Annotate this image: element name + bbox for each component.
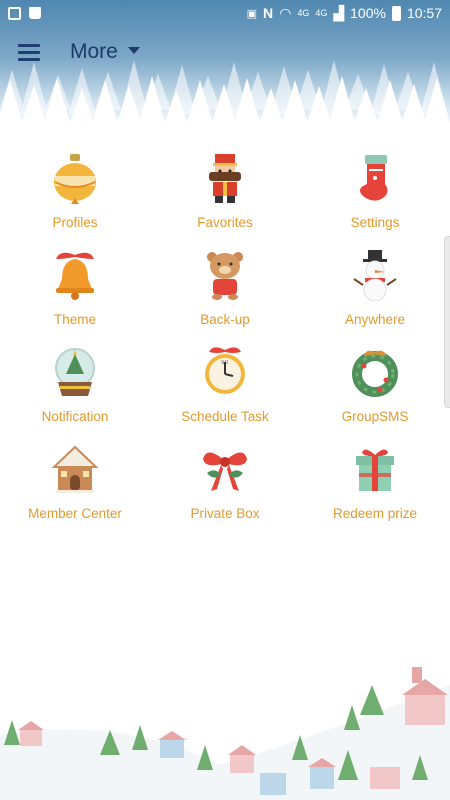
- grid-item-profiles[interactable]: Profiles: [0, 150, 150, 247]
- grid-item-label: Redeem prize: [332, 506, 418, 521]
- gingerbread-house-icon: [47, 441, 103, 497]
- hamburger-menu-icon[interactable]: [18, 44, 40, 62]
- grid-item-private-box[interactable]: Private Box: [150, 441, 300, 538]
- grid-item-backup[interactable]: Back-up: [150, 247, 300, 344]
- wreath-icon: [347, 344, 403, 400]
- battery-percent: 100%: [350, 5, 386, 21]
- bow-icon: [197, 441, 253, 497]
- grid-item-groupsms[interactable]: GroupSMS: [300, 344, 450, 441]
- sim-icon: ▣: [246, 7, 257, 20]
- grid-item-label: Member Center: [28, 506, 122, 521]
- battery-icon: [391, 5, 401, 21]
- grid-item-label: Notification: [41, 409, 109, 424]
- grid-item-label: Anywhere: [344, 312, 406, 327]
- signal-icon: ▟: [333, 4, 345, 21]
- nutcracker-icon: [197, 150, 253, 206]
- network-type-1: 4G: [297, 7, 310, 18]
- page-title: More: [70, 40, 118, 63]
- grid-item-label: Favorites: [197, 215, 253, 230]
- snowman-icon: [347, 247, 403, 303]
- stocking-icon: [347, 150, 403, 206]
- ornament-icon: [47, 150, 103, 206]
- title-dropdown[interactable]: More: [70, 40, 140, 64]
- grid-item-label: Profiles: [52, 215, 98, 230]
- app-header: ▣ N ◠ 4G 4G ▟ 100% 10:57 More: [0, 0, 450, 130]
- bell-icon: [47, 247, 103, 303]
- gift-box-icon: [347, 441, 403, 497]
- winter-village-illustration: [0, 667, 450, 800]
- network-type-2: 4G: [315, 7, 328, 18]
- grid-item-label: Schedule Task: [181, 409, 269, 424]
- grid-item-notification[interactable]: Notification: [0, 344, 150, 441]
- grid-item-member-center[interactable]: Member Center: [0, 441, 150, 538]
- dropdown-caret-icon: [127, 46, 140, 54]
- bear-icon: [197, 247, 253, 303]
- grid-item-settings[interactable]: Settings: [300, 150, 450, 247]
- snowglobe-icon: [47, 344, 103, 400]
- grid-item-theme[interactable]: Theme: [0, 247, 150, 344]
- grid-item-favorites[interactable]: Favorites: [150, 150, 300, 247]
- status-bar: ▣ N ◠ 4G 4G ▟ 100% 10:57: [0, 0, 450, 26]
- grid-item-label: GroupSMS: [341, 409, 409, 424]
- grid-item-label: Private Box: [190, 506, 260, 521]
- grid-item-label: Back-up: [200, 312, 250, 327]
- wifi-icon: ◠: [279, 4, 292, 21]
- grid-item-anywhere[interactable]: Anywhere: [300, 247, 450, 344]
- nfc-icon: N: [262, 5, 274, 21]
- edge-panel-handle[interactable]: [444, 236, 450, 408]
- shopping-bag-notification-icon: [29, 7, 41, 19]
- grid-item-label: Theme: [53, 312, 97, 327]
- grid-item-redeem-prize[interactable]: Redeem prize: [300, 441, 450, 538]
- gallery-notification-icon: [8, 6, 21, 20]
- grid-item-schedule-task[interactable]: XII Schedule Task: [150, 344, 300, 441]
- svg-text:XII: XII: [221, 361, 228, 366]
- toolbar: More: [0, 36, 450, 72]
- clock-icon: XII: [197, 344, 253, 400]
- feature-grid: Profiles Favorites Settings Theme Back-u…: [0, 150, 450, 538]
- grid-item-label: Settings: [350, 215, 400, 230]
- clock-time: 10:57: [406, 5, 442, 21]
